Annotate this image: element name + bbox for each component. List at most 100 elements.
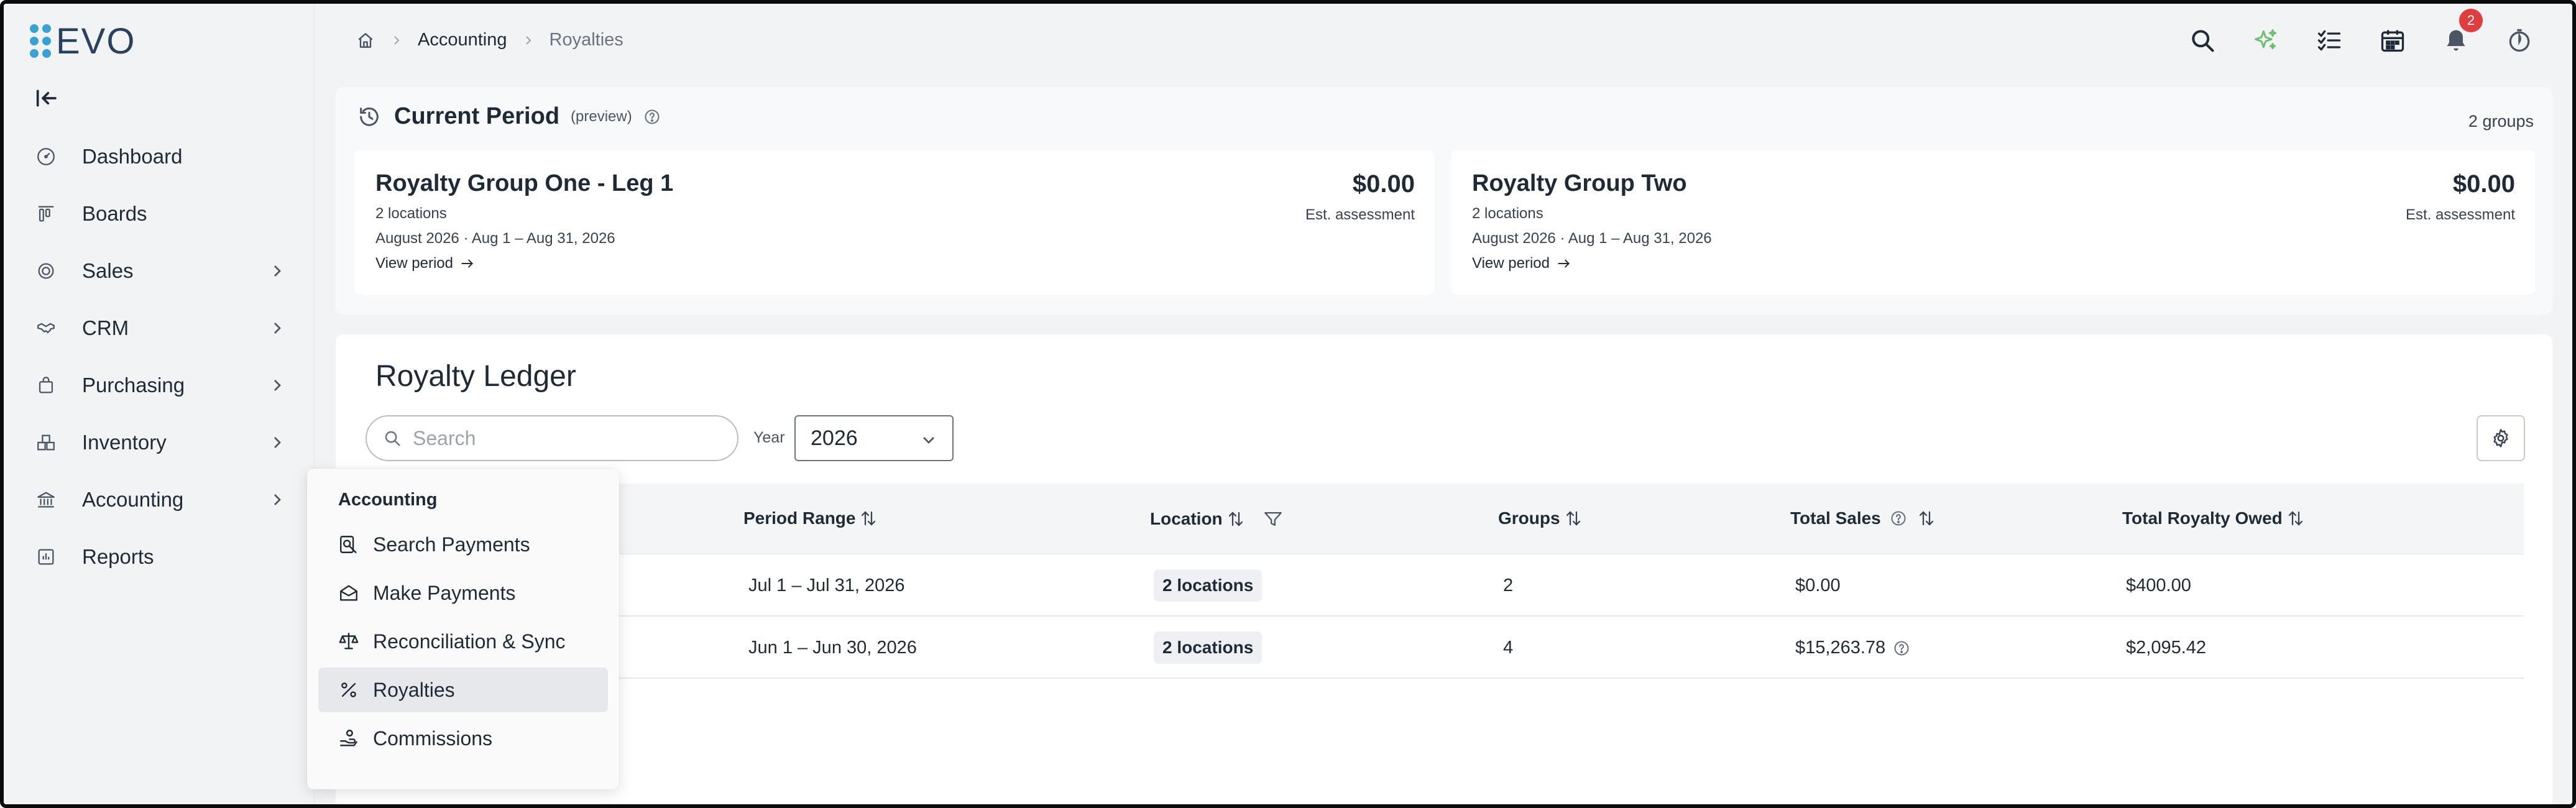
sidebar-item-inventory[interactable]: Inventory	[4, 414, 315, 471]
cell-period-range: Jun 1 – Jun 30, 2026	[748, 638, 917, 658]
menu-item-royalties[interactable]: Royalties	[318, 668, 608, 712]
group-amount-label: Est. assessment	[1305, 206, 1415, 223]
location-chip[interactable]: 2 locations	[1154, 569, 1263, 602]
menu-item-search-payments[interactable]: Search Payments	[318, 522, 608, 567]
help-circle-icon[interactable]	[1893, 640, 1910, 657]
search-doc-icon	[340, 536, 357, 553]
menu-item-reconciliation-sync[interactable]: Reconciliation & Sync	[318, 619, 608, 664]
sidebar-item-label: Boards	[82, 202, 147, 225]
ai-sparkle-icon[interactable]	[2250, 25, 2281, 56]
sort-icon[interactable]	[1917, 508, 1936, 528]
topbar-actions: 2	[2155, 9, 2535, 56]
column-label: Period Range	[743, 508, 856, 528]
cell-total-sales: $15,263.78	[1795, 638, 1910, 658]
search-field[interactable]	[366, 415, 738, 461]
search-input[interactable]	[413, 426, 711, 450]
collapse-sidebar-icon[interactable]	[34, 86, 58, 111]
current-period-subtitle: (preview)	[571, 108, 632, 125]
handshake-icon	[35, 317, 57, 339]
breadcrumb-accounting[interactable]: Accounting	[418, 30, 507, 50]
menu-item-label: Commissions	[373, 727, 493, 750]
breadcrumb-current: Royalties	[549, 30, 623, 50]
kanban-icon	[35, 203, 57, 225]
chevron-right-icon	[274, 380, 281, 391]
cell-total-royalty: $400.00	[2126, 576, 2191, 595]
column-header-groups[interactable]: Groups	[1498, 508, 1583, 528]
group-amount-label: Est. assessment	[2405, 206, 2515, 223]
view-period-link[interactable]: View period	[375, 255, 476, 272]
percent-icon	[341, 682, 356, 697]
sort-icon[interactable]	[2286, 508, 2305, 528]
column-label: Groups	[1498, 508, 1560, 528]
royalty-ledger-section: Royalty Ledger Year 2026 Period Range Lo…	[336, 334, 2552, 804]
column-label: Location	[1150, 509, 1223, 528]
calendar-icon[interactable]	[2377, 25, 2408, 56]
royalty-group-card: Royalty Group Two 2 locations August 202…	[1451, 150, 2535, 295]
home-icon[interactable]	[356, 30, 375, 50]
sort-icon[interactable]	[1226, 509, 1245, 529]
sort-icon[interactable]	[859, 508, 878, 528]
cell-groups: 4	[1503, 638, 1514, 658]
group-locations: 2 locations	[1472, 205, 1543, 222]
search-icon[interactable]	[2187, 25, 2218, 56]
location-chip[interactable]: 2 locations	[1154, 631, 1263, 664]
accounting-flyout-menu: Accounting Search Payments Make Payments…	[307, 469, 619, 789]
table-row[interactable]: Jul 1 – Jul 31, 2026 2 locations 2 $0.00…	[366, 554, 2524, 617]
cell-total-sales: $0.00	[1795, 576, 1841, 595]
column-header-period-range[interactable]: Period Range	[743, 508, 878, 528]
cell-location: 2 locations	[1154, 569, 1263, 602]
coin-icon	[35, 260, 57, 282]
sidebar: EVO Dashboard Boards Sales CRM Purchasin…	[4, 4, 315, 804]
chart-icon	[35, 546, 57, 568]
group-period-range: August 2026 · Aug 1 – Aug 31, 2026	[1472, 230, 1712, 247]
sidebar-item-accounting[interactable]: Accounting	[4, 471, 315, 528]
chevron-right-icon	[274, 323, 281, 334]
current-period-header: Current Period (preview)	[357, 103, 661, 130]
chevron-right-icon	[394, 35, 400, 45]
column-label: Total Royalty Owed	[2122, 508, 2283, 528]
year-select[interactable]: 2026	[794, 415, 954, 461]
column-header-total-royalty[interactable]: Total Royalty Owed	[2122, 508, 2305, 528]
notification-badge: 2	[2459, 9, 2483, 32]
help-circle-icon[interactable]	[643, 108, 661, 126]
sidebar-item-purchasing[interactable]: Purchasing	[4, 357, 315, 414]
column-header-location[interactable]: Location	[1150, 508, 1284, 530]
brand-logo[interactable]: EVO	[30, 21, 136, 62]
menu-item-label: Reconciliation & Sync	[373, 630, 566, 653]
sidebar-item-boards[interactable]: Boards	[4, 185, 315, 242]
shopping-bag-icon	[35, 374, 57, 397]
sidebar-item-sales[interactable]: Sales	[4, 242, 315, 300]
table-row[interactable]: Jun 1 – Jun 30, 2026 2 locations 4 $15,2…	[366, 617, 2524, 679]
filter-icon[interactable]	[1263, 508, 1284, 530]
groups-count: 2 groups	[2468, 112, 2534, 131]
help-circle-icon[interactable]	[1890, 510, 1907, 527]
checklist-icon[interactable]	[2314, 25, 2345, 56]
menu-item-make-payments[interactable]: Make Payments	[318, 571, 608, 615]
group-locations: 2 locations	[375, 205, 447, 222]
group-name: Royalty Group One - Leg 1	[375, 170, 674, 196]
arrow-right-icon	[461, 259, 473, 268]
table-header: Period Range Location Groups Total Sales…	[366, 484, 2524, 554]
table-settings-button[interactable]	[2477, 415, 2525, 461]
menu-item-label: Royalties	[373, 678, 455, 701]
sidebar-item-dashboard[interactable]: Dashboard	[4, 128, 315, 185]
sidebar-item-label: Purchasing	[82, 374, 185, 397]
sidebar-item-reports[interactable]: Reports	[4, 528, 315, 585]
menu-item-commissions[interactable]: Commissions	[318, 716, 608, 761]
timer-icon[interactable]	[2504, 25, 2535, 56]
menu-item-label: Search Payments	[373, 533, 530, 556]
sort-icon[interactable]	[1564, 508, 1583, 528]
column-header-total-sales[interactable]: Total Sales	[1790, 508, 1936, 528]
total-sales-value: $15,263.78	[1795, 638, 1886, 658]
cell-total-royalty: $2,095.42	[2126, 638, 2207, 658]
sidebar-item-label: Reports	[82, 545, 154, 568]
group-name: Royalty Group Two	[1472, 170, 1687, 196]
sidebar-item-crm[interactable]: CRM	[4, 300, 315, 357]
menu-title: Accounting	[338, 490, 438, 510]
search-icon	[385, 431, 400, 446]
app-window: EVO Dashboard Boards Sales CRM Purchasin…	[0, 0, 2576, 808]
envelope-open-icon	[340, 585, 357, 601]
menu-item-label: Make Payments	[373, 581, 516, 604]
view-period-link[interactable]: View period	[1472, 255, 1572, 272]
notification-bell-icon[interactable]: 2	[2440, 9, 2483, 56]
